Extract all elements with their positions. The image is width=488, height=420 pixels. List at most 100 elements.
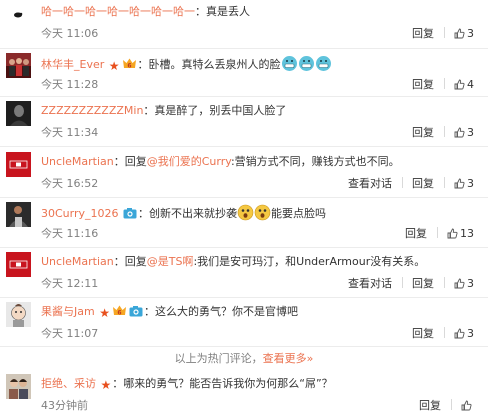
comment-time: 今天 11:06 bbox=[41, 27, 99, 40]
like-button[interactable]: 3 bbox=[454, 126, 474, 140]
hot-comments-bar: 以上为热门评论，查看更多» bbox=[0, 349, 488, 369]
like-count: 3 bbox=[467, 126, 474, 139]
camera-badge-icon[interactable] bbox=[129, 305, 143, 317]
comment-item: UncleMartian：回复@我们爱的Curry:营销方式不同，赚钱方式也不同… bbox=[0, 150, 488, 198]
reply-button[interactable]: 回复 bbox=[405, 227, 447, 241]
star-badge-icon[interactable]: ★ bbox=[109, 58, 120, 74]
like-button[interactable]: 4 bbox=[454, 78, 474, 92]
vip-badge-icon[interactable]: 6 bbox=[122, 57, 137, 70]
comment-text: ：哪来的勇气？能否告诉我你为何那么“屌”？ bbox=[112, 377, 333, 390]
vip-badge-icon[interactable]: 6 bbox=[112, 304, 127, 317]
reply-button[interactable]: 回复 bbox=[412, 78, 454, 92]
like-count: 4 bbox=[467, 78, 474, 91]
hot-comments-label: 以上为热门评论， bbox=[174, 352, 263, 365]
avatar[interactable] bbox=[6, 302, 31, 327]
username-link[interactable]: 哈一哈一哈一哈一哈一哈一哈一 bbox=[41, 5, 195, 18]
comment-item: 哈一哈一哈一哈一哈一哈一哈一：真是丢人 今天 11:06 回复 3 bbox=[0, 0, 488, 49]
avatar[interactable] bbox=[6, 2, 31, 27]
comment-text: ：卧槽。真特么丢泉州人的脸 bbox=[137, 58, 281, 71]
thumbs-up-icon bbox=[454, 278, 465, 289]
camera-badge-icon[interactable] bbox=[123, 207, 137, 219]
reply-button[interactable]: 回复 bbox=[412, 277, 454, 291]
comment-text: ：真是丢人 bbox=[195, 5, 250, 18]
username-link[interactable]: UncleMartian bbox=[41, 255, 114, 268]
comment-text: ：这么大的勇气？你不是官博吧 bbox=[143, 305, 298, 318]
comment-actions: 回复 bbox=[419, 399, 474, 413]
comment-text-suffix: 能要点脸吗 bbox=[271, 207, 327, 220]
reply-button[interactable]: 回复 bbox=[412, 27, 454, 41]
comment-text: ：真是醉了，别丢中国人脸了 bbox=[143, 104, 287, 117]
comment-time: 今天 11:16 bbox=[41, 227, 99, 240]
comment-actions: 回复 4 bbox=[412, 78, 474, 92]
mention-link[interactable]: @我们爱的Curry bbox=[147, 155, 231, 168]
avatar[interactable] bbox=[6, 152, 31, 177]
avatar[interactable] bbox=[6, 252, 31, 277]
thumbs-up-icon bbox=[461, 400, 472, 411]
thumbs-up-icon bbox=[454, 178, 465, 189]
comment-item: 拒绝、采访 ★：哪来的勇气？能否告诉我你为何那么“屌”？ 43分钟前 回复 bbox=[0, 372, 488, 420]
username-link[interactable]: UncleMartian bbox=[41, 155, 114, 168]
group-photo-avatar bbox=[6, 53, 31, 78]
like-button[interactable] bbox=[461, 399, 474, 413]
avatar[interactable] bbox=[6, 53, 31, 78]
shocked-emoji-icon bbox=[254, 204, 271, 221]
comment-item: 林华丰_Ever ★ 6 ：卧槽。真特么丢泉州人的脸 今天 11:28 回复 4 bbox=[0, 51, 488, 97]
like-button[interactable]: 13 bbox=[447, 227, 474, 241]
like-button[interactable]: 3 bbox=[454, 177, 474, 191]
comment-content: 拒绝、采访 ★：哪来的勇气？能否告诉我你为何那么“屌”？ bbox=[41, 376, 333, 393]
star-badge-icon[interactable]: ★ bbox=[101, 377, 112, 393]
avatar[interactable] bbox=[6, 202, 31, 227]
dark-portrait-avatar bbox=[6, 101, 31, 126]
view-more-arrow-icon[interactable]: » bbox=[307, 352, 314, 365]
shocked-emoji-icon bbox=[237, 204, 254, 221]
view-more-link[interactable]: 查看更多 bbox=[263, 352, 307, 365]
grimace-emoji-icon bbox=[281, 56, 297, 71]
comment-content: ZZZZZZZZZZZMin：真是醉了，别丢中国人脸了 bbox=[41, 103, 286, 119]
red-logo-avatar bbox=[6, 252, 31, 277]
like-button[interactable]: 3 bbox=[454, 277, 474, 291]
reply-button[interactable]: 回复 bbox=[412, 126, 454, 140]
view-thread-button[interactable]: 查看对话 bbox=[348, 277, 412, 291]
comment-content: UncleMartian：回复@我们爱的Curry:营销方式不同，赚钱方式也不同… bbox=[41, 154, 400, 170]
like-count: 3 bbox=[467, 177, 474, 190]
username-link[interactable]: ZZZZZZZZZZZMin bbox=[41, 104, 143, 117]
couple-avatar bbox=[6, 374, 31, 399]
comment-content: 30Curry_1026 ：创新不出来就抄袭 能要点脸吗 bbox=[41, 204, 326, 222]
like-button[interactable]: 3 bbox=[454, 27, 474, 41]
username-link[interactable]: 30Curry_1026 bbox=[41, 207, 119, 220]
player-avatar bbox=[6, 202, 31, 227]
username-link[interactable]: 果酱与Jam bbox=[41, 305, 95, 318]
view-thread-button[interactable]: 查看对话 bbox=[348, 177, 412, 191]
comment-content: 哈一哈一哈一哈一哈一哈一哈一：真是丢人 bbox=[41, 4, 250, 20]
star-badge-icon[interactable]: ★ bbox=[99, 305, 110, 321]
avatar[interactable] bbox=[6, 374, 31, 399]
reply-button[interactable]: 回复 bbox=[412, 177, 454, 191]
comment-content: 林华丰_Ever ★ 6 ：卧槽。真特么丢泉州人的脸 bbox=[41, 55, 332, 74]
comment-actions: 查看对话 回复 3 bbox=[348, 177, 474, 191]
comment-item: 30Curry_1026 ：创新不出来就抄袭 能要点脸吗 今天 11:16 回复 1… bbox=[0, 200, 488, 248]
white-bird-avatar bbox=[6, 2, 31, 27]
comment-text: :营销方式不同，赚钱方式也不同。 bbox=[230, 155, 400, 168]
comment-actions: 回复 13 bbox=[405, 227, 474, 241]
comment-actions: 查看对话 回复 3 bbox=[348, 277, 474, 291]
reply-prefix: ：回复 bbox=[113, 255, 147, 268]
red-logo-avatar bbox=[6, 152, 31, 177]
username-link[interactable]: 拒绝、采访 bbox=[41, 377, 96, 390]
comment-time: 今天 12:11 bbox=[41, 277, 99, 290]
reply-button[interactable]: 回复 bbox=[412, 327, 454, 341]
comment-actions: 回复 3 bbox=[412, 27, 474, 41]
avatar[interactable] bbox=[6, 101, 31, 126]
comment-text: :我们是安可玛汀，和UnderArmour没有关系。 bbox=[193, 255, 426, 268]
comment-text: ：创新不出来就抄袭 bbox=[138, 207, 238, 220]
username-link[interactable]: 林华丰_Ever bbox=[41, 58, 104, 71]
like-button[interactable]: 3 bbox=[454, 327, 474, 341]
comment-item: UncleMartian：回复@是TS啊:我们是安可玛汀，和UnderArmou… bbox=[0, 250, 488, 298]
mention-link[interactable]: @是TS啊 bbox=[147, 255, 194, 268]
comment-time: 43分钟前 bbox=[41, 399, 88, 412]
comment-actions: 回复 3 bbox=[412, 327, 474, 341]
svg-text:6: 6 bbox=[117, 310, 121, 317]
like-count: 3 bbox=[467, 277, 474, 290]
thumbs-up-icon bbox=[447, 228, 458, 239]
comment-time: 今天 16:52 bbox=[41, 177, 99, 190]
reply-button[interactable]: 回复 bbox=[419, 399, 461, 413]
